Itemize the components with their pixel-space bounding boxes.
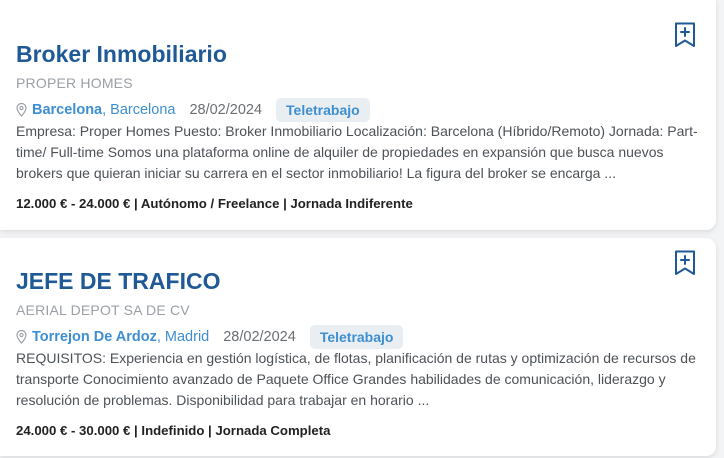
- remote-badge: Teletrabajo: [276, 98, 370, 122]
- job-city-link[interactable]: Barcelona: [32, 102, 102, 118]
- job-province-link[interactable]: Barcelona: [110, 102, 175, 118]
- company-name: AERIAL DEPOT SA DE CV: [16, 302, 190, 318]
- bookmark-add-icon[interactable]: [674, 250, 696, 276]
- job-details: 12.000 € - 24.000 € | Autónomo / Freelan…: [16, 196, 413, 211]
- job-description: Empresa: Proper Homes Puesto: Broker Inm…: [16, 123, 698, 181]
- job-meta: Torrejon De Ardoz, Madrid 28/02/2024 Tel…: [16, 325, 404, 349]
- job-description: REQUISITOS: Experiencia en gestión logís…: [16, 350, 696, 408]
- location-separator: ,: [102, 102, 107, 118]
- location-separator: ,: [156, 329, 161, 345]
- job-title[interactable]: JEFE DE TRAFICO: [16, 268, 220, 295]
- job-meta: Barcelona, Barcelona 28/02/2024 Teletrab…: [16, 98, 370, 122]
- job-details: 24.000 € - 30.000 € | Indefinido | Jorna…: [16, 423, 331, 438]
- publish-date: 28/02/2024: [223, 329, 296, 345]
- company-name: PROPER HOMES: [16, 75, 133, 91]
- job-province-link[interactable]: Madrid: [165, 329, 209, 345]
- location-pin-icon: [16, 330, 27, 344]
- publish-date: 28/02/2024: [189, 102, 263, 118]
- job-card[interactable]: Broker Inmobiliario PROPER HOMES Barcelo…: [0, 0, 716, 230]
- bookmark-add-icon[interactable]: [674, 22, 696, 48]
- job-card[interactable]: JEFE DE TRAFICO AERIAL DEPOT SA DE CV To…: [0, 238, 716, 456]
- job-list: Broker Inmobiliario PROPER HOMES Barcelo…: [0, 0, 724, 458]
- location-pin-icon: [16, 103, 27, 117]
- job-title[interactable]: Broker Inmobiliario: [16, 41, 227, 68]
- remote-badge: Teletrabajo: [309, 325, 404, 349]
- job-city-link[interactable]: Torrejon De Ardoz: [32, 329, 157, 345]
